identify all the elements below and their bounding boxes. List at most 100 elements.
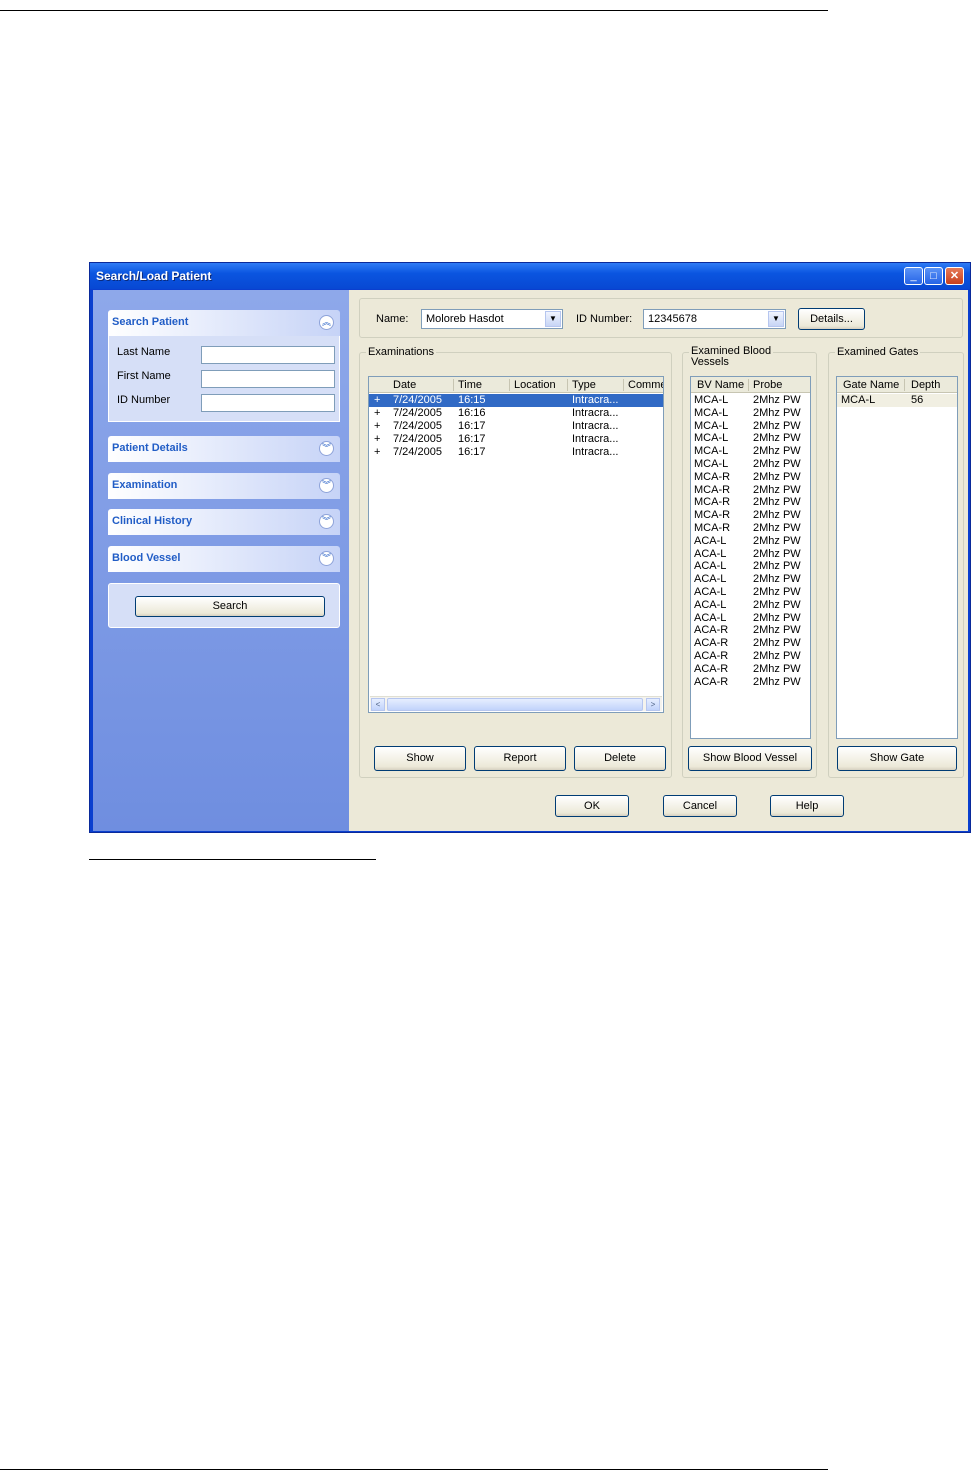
- examinations-list[interactable]: Date Time Location Type Comme +7/24/2005…: [368, 376, 664, 713]
- row-expand-icon[interactable]: +: [374, 420, 380, 433]
- blood-vessel-row[interactable]: ACA-L 2Mhz PW: [691, 599, 810, 612]
- expand-chevron-icon[interactable]: ︾: [319, 514, 334, 529]
- collapse-chevron-icon[interactable]: ︽: [319, 315, 334, 330]
- bv-probe: 2Mhz PW: [753, 406, 801, 419]
- examination-title: Examination: [112, 479, 178, 491]
- first-name-input[interactable]: [201, 370, 335, 388]
- gates-list[interactable]: Gate Name Depth MCA-L 56: [836, 376, 958, 739]
- delete-button[interactable]: Delete: [574, 746, 666, 771]
- blood-vessel-row[interactable]: MCA-L 2Mhz PW: [691, 394, 810, 407]
- column-type[interactable]: Type: [572, 379, 596, 391]
- show-blood-vessel-button[interactable]: Show Blood Vessel: [688, 746, 812, 771]
- gate-row[interactable]: MCA-L 56: [837, 394, 957, 407]
- column-bv-name[interactable]: BV Name: [697, 379, 744, 391]
- search-button[interactable]: Search: [135, 596, 325, 617]
- show-gate-button[interactable]: Show Gate: [837, 746, 957, 771]
- examination-row[interactable]: +7/24/2005 16:15 Intracra...: [369, 394, 663, 407]
- show-button[interactable]: Show: [374, 746, 466, 771]
- column-depth[interactable]: Depth: [911, 379, 940, 391]
- blood-vessel-row[interactable]: MCA-L 2Mhz PW: [691, 445, 810, 458]
- minimize-button[interactable]: _: [904, 267, 923, 285]
- blood-vessel-row[interactable]: ACA-L 2Mhz PW: [691, 535, 810, 548]
- main-content: Name: Moloreb Hasdot ▼ ID Number: 123456…: [349, 290, 968, 831]
- column-comments[interactable]: Comme: [628, 379, 663, 391]
- column-gate-name[interactable]: Gate Name: [843, 379, 899, 391]
- blood-vessel-row[interactable]: ACA-R 2Mhz PW: [691, 676, 810, 689]
- report-button[interactable]: Report: [474, 746, 566, 771]
- name-value: Moloreb Hasdot: [426, 313, 504, 325]
- dropdown-arrow-icon[interactable]: ▼: [768, 311, 784, 327]
- row-expand-icon[interactable]: +: [374, 446, 380, 459]
- last-name-label: Last Name: [117, 346, 171, 358]
- bv-name: ACA-R: [694, 624, 729, 637]
- scroll-thumb[interactable]: [387, 698, 643, 711]
- expand-chevron-icon[interactable]: ︾: [319, 478, 334, 493]
- exam-time: 16:16: [458, 407, 486, 419]
- examinations-horizontal-scrollbar[interactable]: < >: [370, 696, 662, 711]
- examination-header[interactable]: Examination ︾: [108, 473, 340, 499]
- exam-date: 7/24/2005: [393, 433, 442, 445]
- bv-probe: 2Mhz PW: [753, 458, 801, 470]
- row-expand-icon[interactable]: +: [374, 433, 380, 446]
- document-bottom-rule: [0, 1469, 828, 1470]
- exam-time: 16:17: [458, 433, 486, 445]
- blood-vessel-row[interactable]: ACA-L 2Mhz PW: [691, 560, 810, 573]
- exam-type: Intracra...: [572, 420, 619, 432]
- search-patient-header[interactable]: Search Patient ︽: [108, 310, 340, 336]
- examination-row[interactable]: +7/24/2005 16:17 Intracra...: [369, 433, 663, 446]
- cancel-button[interactable]: Cancel: [663, 795, 737, 817]
- row-expand-icon[interactable]: +: [374, 394, 380, 407]
- blood-vessel-row[interactable]: MCA-L 2Mhz PW: [691, 407, 810, 420]
- blood-vessel-row[interactable]: MCA-R 2Mhz PW: [691, 509, 810, 522]
- id-number-combo[interactable]: 12345678 ▼: [643, 309, 786, 329]
- clinical-history-header[interactable]: Clinical History ︾: [108, 509, 340, 535]
- bv-probe: 2Mhz PW: [753, 547, 801, 560]
- gate-name: MCA-L: [841, 394, 876, 406]
- blood-vessel-row[interactable]: ACA-R 2Mhz PW: [691, 663, 810, 676]
- column-location[interactable]: Location: [514, 379, 556, 391]
- blood-vessel-header[interactable]: Blood Vessel ︾: [108, 546, 340, 572]
- id-number-input[interactable]: [201, 394, 335, 412]
- blood-vessel-row[interactable]: MCA-R 2Mhz PW: [691, 484, 810, 497]
- close-button[interactable]: ✕: [945, 267, 964, 285]
- expand-chevron-icon[interactable]: ︾: [319, 441, 334, 456]
- column-separator: [748, 379, 749, 391]
- blood-vessel-row[interactable]: ACA-L 2Mhz PW: [691, 573, 810, 586]
- blood-vessel-row[interactable]: MCA-R 2Mhz PW: [691, 522, 810, 535]
- bv-probe: 2Mhz PW: [753, 598, 801, 611]
- name-combo[interactable]: Moloreb Hasdot ▼: [421, 309, 563, 329]
- blood-vessel-row[interactable]: MCA-R 2Mhz PW: [691, 471, 810, 484]
- blood-vessel-row[interactable]: MCA-L 2Mhz PW: [691, 432, 810, 445]
- ok-button[interactable]: OK: [555, 795, 629, 817]
- column-time[interactable]: Time: [458, 379, 482, 391]
- bv-probe: 2Mhz PW: [753, 432, 801, 445]
- scroll-right-icon[interactable]: >: [646, 698, 660, 711]
- patient-details-header[interactable]: Patient Details ︾: [108, 436, 340, 462]
- column-date[interactable]: Date: [393, 379, 416, 391]
- blood-vessel-row[interactable]: ACA-L 2Mhz PW: [691, 548, 810, 561]
- bv-name: MCA-R: [694, 496, 731, 509]
- scroll-left-icon[interactable]: <: [371, 698, 385, 711]
- column-probe[interactable]: Probe: [753, 379, 782, 391]
- blood-vessel-row[interactable]: ACA-R 2Mhz PW: [691, 637, 810, 650]
- blood-vessel-row[interactable]: ACA-R 2Mhz PW: [691, 624, 810, 637]
- blood-vessel-row[interactable]: ACA-L 2Mhz PW: [691, 612, 810, 625]
- examination-row[interactable]: +7/24/2005 16:17 Intracra...: [369, 446, 663, 459]
- dropdown-arrow-icon[interactable]: ▼: [545, 311, 561, 327]
- examination-row[interactable]: +7/24/2005 16:16 Intracra...: [369, 407, 663, 420]
- blood-vessel-row[interactable]: MCA-L 2Mhz PW: [691, 458, 810, 471]
- help-button[interactable]: Help: [770, 795, 844, 817]
- expand-chevron-icon[interactable]: ︾: [319, 551, 334, 566]
- last-name-input[interactable]: [201, 346, 335, 364]
- blood-vessel-row[interactable]: MCA-R 2Mhz PW: [691, 496, 810, 509]
- bv-name: ACA-L: [694, 547, 727, 560]
- blood-vessel-row[interactable]: ACA-L 2Mhz PW: [691, 586, 810, 599]
- details-button[interactable]: Details...: [798, 308, 865, 330]
- maximize-button[interactable]: □: [924, 267, 943, 285]
- blood-vessel-row[interactable]: ACA-R 2Mhz PW: [691, 650, 810, 663]
- title-bar[interactable]: Search/Load Patient _ □ ✕: [90, 263, 970, 289]
- examination-row[interactable]: +7/24/2005 16:17 Intracra...: [369, 420, 663, 433]
- blood-vessels-list[interactable]: BV Name Probe MCA-L 2Mhz PW MCA-L 2Mhz PW MC…: [690, 376, 811, 739]
- blood-vessel-row[interactable]: MCA-L 2Mhz PW: [691, 420, 810, 433]
- row-expand-icon[interactable]: +: [374, 407, 380, 420]
